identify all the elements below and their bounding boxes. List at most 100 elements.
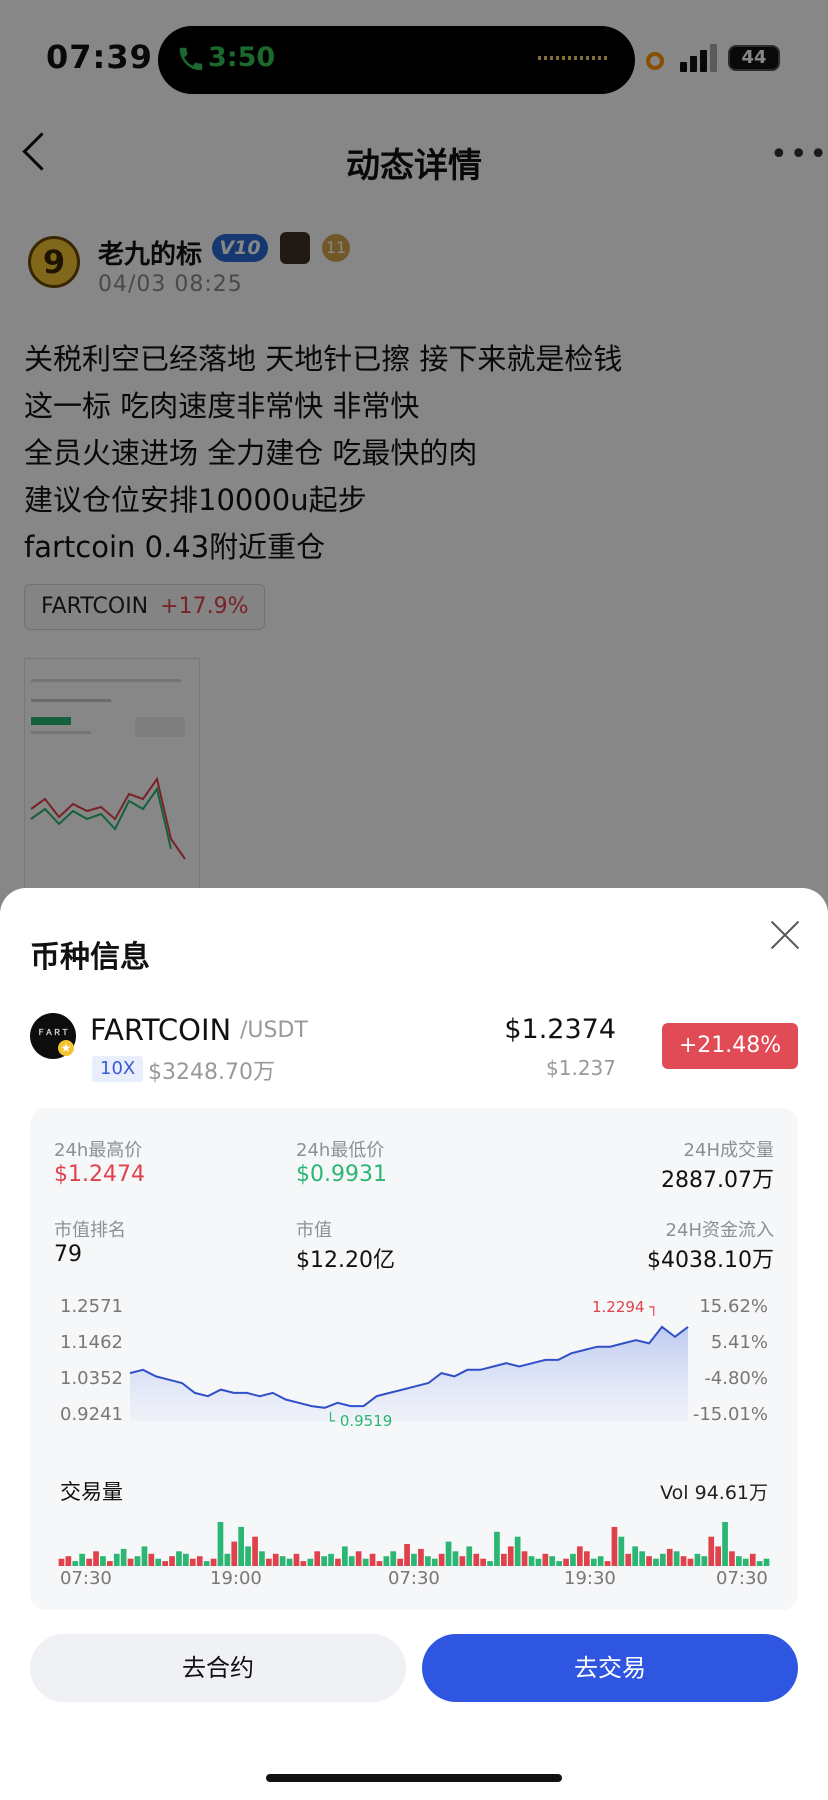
rank-label: 市值排名 — [54, 1220, 126, 1241]
volume-bar — [86, 1558, 92, 1566]
coin-price: $1.2374 — [504, 1014, 616, 1045]
volume-bar — [528, 1556, 535, 1566]
coin-symbol: FARTCOIN — [90, 1013, 232, 1047]
leverage-badge: 10X — [92, 1056, 144, 1082]
volume-bar — [127, 1558, 134, 1566]
volume-bar — [176, 1551, 182, 1566]
mcap-value: $12.20亿 — [296, 1248, 395, 1273]
volume-bar — [100, 1556, 106, 1566]
high-label: 24h最高价 — [54, 1140, 143, 1161]
volume-bar — [314, 1551, 321, 1566]
y-tick-label: 1.0352 — [60, 1368, 123, 1389]
close-icon[interactable] — [768, 918, 802, 952]
home-indicator[interactable] — [266, 1774, 562, 1782]
volume-bar — [286, 1558, 293, 1566]
volume-bar — [501, 1553, 507, 1566]
volume-bar — [749, 1553, 756, 1566]
volume-bar — [487, 1561, 493, 1566]
high-marker-label: 1.2294 ┐ — [592, 1298, 659, 1316]
volume-bar — [390, 1551, 397, 1566]
volume-bar — [231, 1541, 238, 1566]
volume-bar — [618, 1536, 625, 1566]
volume-chart — [58, 1522, 770, 1566]
x-tick-label: 07:30 — [388, 1568, 440, 1589]
change-badge: +21.48% — [662, 1023, 798, 1069]
volume-bar — [632, 1546, 638, 1566]
volume-bar — [425, 1556, 431, 1566]
volume-bar — [183, 1553, 189, 1566]
volume-bar — [673, 1551, 680, 1566]
coin-price-sub: $1.237 — [546, 1056, 616, 1080]
volume-bar — [134, 1556, 141, 1566]
volume-bar — [383, 1556, 390, 1566]
volume-bar — [514, 1536, 521, 1566]
volume-bar — [660, 1553, 666, 1566]
volume-bar — [597, 1556, 604, 1566]
volume-bar — [604, 1561, 611, 1566]
contract-button[interactable]: 去合约 — [30, 1634, 406, 1702]
volume-bar — [418, 1548, 424, 1566]
volume-bar — [113, 1553, 120, 1566]
volume-bar — [362, 1558, 369, 1566]
volume-bar — [141, 1546, 148, 1566]
volume-bar — [224, 1553, 231, 1566]
volume-bar — [590, 1558, 597, 1566]
volume-bar — [507, 1546, 514, 1566]
coin-pair: /USDT — [240, 1018, 308, 1043]
volume-bar — [411, 1553, 417, 1566]
volume-bar — [155, 1558, 162, 1566]
star-icon: ★ — [58, 1040, 74, 1056]
y-tick-label: 1.2571 — [60, 1296, 123, 1317]
volume-bar — [556, 1561, 562, 1566]
volume-label: 24H成交量 — [683, 1140, 774, 1161]
volume-bar — [321, 1556, 327, 1566]
volume-bar — [307, 1558, 314, 1566]
volume-bar — [203, 1561, 210, 1566]
volume-bar — [494, 1531, 500, 1566]
volume-bar — [266, 1558, 272, 1566]
volume-bar — [535, 1558, 542, 1566]
volume-total: Vol 94.61万 — [660, 1482, 768, 1504]
coin-market-cap: $3248.70万 — [148, 1060, 275, 1085]
volume-bar — [736, 1556, 742, 1566]
volume-bar — [355, 1551, 362, 1566]
volume-bar — [348, 1556, 355, 1566]
volume-bar — [120, 1548, 127, 1566]
volume-bar — [611, 1526, 618, 1566]
volume-bar — [369, 1553, 376, 1566]
volume-bar — [93, 1551, 99, 1566]
volume-bar — [715, 1546, 721, 1566]
volume-bar — [646, 1556, 652, 1566]
volume-bar — [217, 1522, 224, 1566]
volume-bar — [397, 1558, 403, 1566]
high-value: $1.2474 — [54, 1162, 145, 1187]
volume-bar — [708, 1536, 715, 1566]
volume-bar — [542, 1553, 549, 1566]
volume-bar — [742, 1558, 749, 1566]
volume-bar — [300, 1561, 307, 1566]
volume-bar — [729, 1551, 735, 1566]
volume-bar — [480, 1558, 486, 1566]
volume-bar — [570, 1553, 576, 1566]
volume-bar — [584, 1551, 590, 1566]
volume-bar — [335, 1558, 341, 1566]
volume-bar — [238, 1526, 244, 1566]
volume-bar — [272, 1553, 279, 1566]
trade-button[interactable]: 去交易 — [422, 1634, 798, 1702]
volume-bar — [148, 1553, 155, 1566]
volume-bar — [722, 1522, 728, 1566]
volume-bar — [625, 1553, 632, 1566]
volume-bar — [79, 1553, 85, 1566]
x-tick-label: 19:00 — [210, 1568, 262, 1589]
volume-bar — [293, 1553, 300, 1566]
low-label: 24h最低价 — [296, 1140, 385, 1161]
high-marker-value: 1.2294 — [592, 1298, 645, 1316]
y-tick-label: 1.1462 — [60, 1332, 123, 1353]
volume-bar — [107, 1561, 113, 1566]
volume-bar — [72, 1561, 79, 1566]
volume-bar — [58, 1558, 65, 1566]
volume-bar — [680, 1556, 687, 1566]
volume-bar — [252, 1536, 258, 1566]
volume-bar — [445, 1541, 452, 1566]
volume-bar — [473, 1553, 480, 1566]
